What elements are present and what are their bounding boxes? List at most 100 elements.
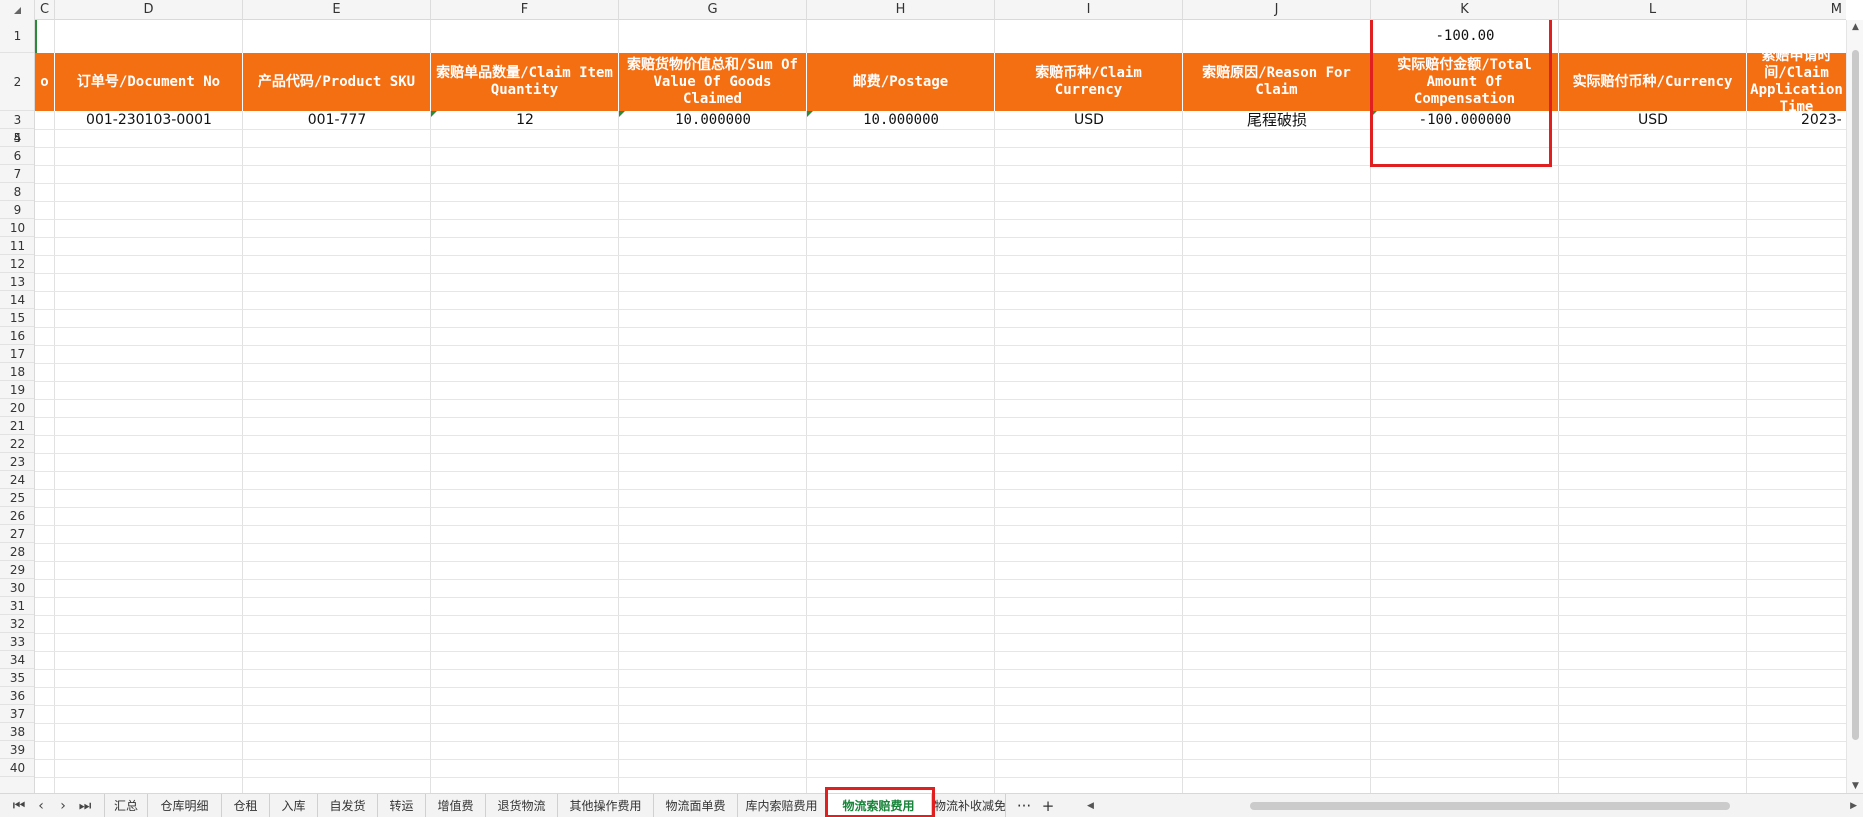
row-header-2[interactable]: 2 [0, 53, 34, 111]
sheet-tab-storage-rent[interactable]: 仓租 [222, 794, 270, 817]
row-header-3[interactable]: 3 [0, 111, 34, 129]
row-header-33[interactable]: 33 [0, 633, 34, 651]
row-header-17[interactable]: 17 [0, 345, 34, 363]
row-header-30[interactable]: 30 [0, 579, 34, 597]
column-header-l[interactable]: L [1559, 0, 1747, 20]
column-header-g[interactable]: G [619, 0, 807, 20]
cell-m3[interactable]: 2023-07-12 [1747, 111, 1846, 129]
header-cell-c[interactable]: o [35, 53, 55, 111]
header-cell-reason-for-claim[interactable]: 索赔原因/Reason For Claim [1183, 53, 1371, 111]
header-cell-compensation-currency[interactable]: 实际赔付币种/Currency [1559, 53, 1747, 111]
cell-grid[interactable]: -100.00 o 订单号/Document No 产品代码/Product S… [35, 20, 1846, 793]
header-cell-document-no[interactable]: 订单号/Document No [55, 53, 243, 111]
row-header-29[interactable]: 29 [0, 561, 34, 579]
row-header-38[interactable]: 38 [0, 723, 34, 741]
row-header-10[interactable]: 10 [0, 219, 34, 237]
sheet-tab-logistics-label-fee[interactable]: 物流面单费 [654, 794, 738, 817]
row-header-9[interactable]: 9 [0, 201, 34, 219]
header-cell-claim-item-quantity[interactable]: 索赔单品数量/Claim Item Quantity [431, 53, 619, 111]
sheet-tab-summary[interactable]: 汇总 [104, 794, 148, 817]
cell-g3[interactable]: 10.000000 [619, 111, 807, 129]
header-cell-sum-of-value[interactable]: 索赔货物价值总和/Sum Of Value Of Goods Claimed [619, 53, 807, 111]
row-header-37[interactable]: 37 [0, 705, 34, 723]
row-header-23[interactable]: 23 [0, 453, 34, 471]
row-header-8[interactable]: 8 [0, 183, 34, 201]
cell-i3[interactable]: USD [995, 111, 1183, 129]
row-header-32[interactable]: 32 [0, 615, 34, 633]
column-header-k[interactable]: K [1371, 0, 1559, 20]
row-header-21[interactable]: 21 [0, 417, 34, 435]
row-header-34[interactable]: 34 [0, 651, 34, 669]
column-header-m[interactable]: M [1747, 0, 1846, 20]
column-header-c[interactable]: C [35, 0, 55, 20]
cell-j3[interactable]: 尾程破损 [1183, 111, 1371, 129]
row-header-12[interactable]: 12 [0, 255, 34, 273]
row-header-35[interactable]: 35 [0, 669, 34, 687]
horizontal-scroll-thumb[interactable] [1250, 802, 1730, 810]
scroll-left-icon[interactable]: ◀ [1087, 801, 1094, 811]
row-header-14[interactable]: 14 [0, 291, 34, 309]
horizontal-scrollbar[interactable]: ◀ ▶ [1085, 799, 1861, 813]
column-header-h[interactable]: H [807, 0, 995, 20]
row-header-28[interactable]: 28 [0, 543, 34, 561]
cell-k3[interactable]: -100.000000 [1371, 111, 1559, 129]
row-header-26[interactable]: 26 [0, 507, 34, 525]
sheet-tab-other-operation-fees[interactable]: 其他操作费用 [558, 794, 654, 817]
cell-k1[interactable]: -100.00 [1371, 20, 1559, 53]
column-header-i[interactable]: I [995, 0, 1183, 20]
first-sheet-icon[interactable]: ⏮ [10, 794, 28, 817]
sheet-tab-value-added-fee[interactable]: 增值费 [426, 794, 486, 817]
sheet-tab-self-shipping[interactable]: 自发货 [318, 794, 378, 817]
add-sheet-icon[interactable]: + [1038, 794, 1058, 817]
row-header-22[interactable]: 22 [0, 435, 34, 453]
column-header-f[interactable]: F [431, 0, 619, 20]
next-sheet-icon[interactable]: › [54, 794, 72, 817]
vertical-scroll-thumb[interactable] [1852, 50, 1859, 740]
row-header-7[interactable]: 7 [0, 165, 34, 183]
cell-d3[interactable]: 001-230103-0001 [55, 111, 243, 129]
row-header-6[interactable]: 6 [0, 147, 34, 165]
row-header-27[interactable]: 27 [0, 525, 34, 543]
header-cell-postage[interactable]: 邮费/Postage [807, 53, 995, 111]
cell-e3[interactable]: 001-777 [243, 111, 431, 129]
scroll-right-icon[interactable]: ▶ [1850, 801, 1857, 811]
column-header-j[interactable]: J [1183, 0, 1371, 20]
sheet-tab-warehouse-claim-fees[interactable]: 库内索赔费用 [738, 794, 826, 817]
last-sheet-icon[interactable]: ⏭ [76, 794, 94, 817]
row-header-20[interactable]: 20 [0, 399, 34, 417]
row-header-31[interactable]: 31 [0, 597, 34, 615]
header-cell-claim-application-time[interactable]: 索赔申请时间/Claim Application Time [1747, 53, 1846, 111]
row-header-18[interactable]: 18 [0, 363, 34, 381]
row-header-11[interactable]: 11 [0, 237, 34, 255]
header-cell-total-compensation[interactable]: 实际赔付金额/Total Amount Of Compensation [1371, 53, 1559, 111]
column-header-d[interactable]: D [55, 0, 243, 20]
row-header-1[interactable]: 1 [0, 20, 34, 53]
vertical-scrollbar[interactable]: ▲ ▼ [1846, 20, 1863, 793]
row-header-39[interactable]: 39 [0, 741, 34, 759]
cell-h3[interactable]: 10.000000 [807, 111, 995, 129]
row-header-36[interactable]: 36 [0, 687, 34, 705]
row-header-15[interactable]: 15 [0, 309, 34, 327]
sheet-tab-logistics-surcharge-waiver[interactable]: 物流补收减免 [932, 794, 1006, 817]
row-header-40[interactable]: 40 [0, 759, 34, 777]
row-header-24[interactable]: 24 [0, 471, 34, 489]
sheet-tab-warehouse-detail[interactable]: 仓库明细 [148, 794, 222, 817]
prev-sheet-icon[interactable]: ‹ [32, 794, 50, 817]
sheet-tab-return-logistics[interactable]: 退货物流 [486, 794, 558, 817]
row-header-5[interactable]: 5 [0, 129, 34, 147]
sheet-tab-transfer[interactable]: 转运 [378, 794, 426, 817]
select-all-corner[interactable] [0, 0, 35, 20]
more-sheets-icon[interactable]: ··· [1014, 794, 1034, 817]
header-cell-product-sku[interactable]: 产品代码/Product SKU [243, 53, 431, 111]
row-header-19[interactable]: 19 [0, 381, 34, 399]
sheet-tab-inbound[interactable]: 入库 [270, 794, 318, 817]
sheet-tab-logistics-claim-fees[interactable]: 物流索赔费用 [826, 794, 932, 817]
row-header-25[interactable]: 25 [0, 489, 34, 507]
row-header-13[interactable]: 13 [0, 273, 34, 291]
row-header-16[interactable]: 16 [0, 327, 34, 345]
header-cell-claim-currency[interactable]: 索赔币种/Claim Currency [995, 53, 1183, 111]
column-header-e[interactable]: E [243, 0, 431, 20]
cell-f3[interactable]: 12 [431, 111, 619, 129]
cell-l3[interactable]: USD [1559, 111, 1747, 129]
scroll-down-icon[interactable]: ▼ [1847, 781, 1863, 791]
